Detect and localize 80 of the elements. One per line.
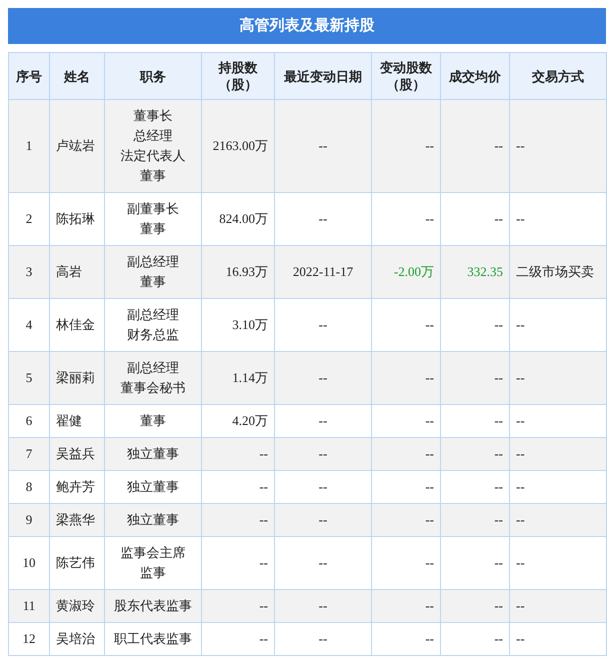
- role-text: 副总经理: [127, 359, 179, 377]
- column-header: 交易方式: [532, 68, 584, 84]
- role-text: 董事: [140, 167, 166, 185]
- role-text: 副总经理: [127, 253, 179, 271]
- table-cell: 卢竑岩: [50, 100, 104, 192]
- role-text: 独立董事: [127, 478, 179, 496]
- table-cell: 12: [8, 622, 50, 656]
- table-cell: --: [202, 622, 274, 656]
- role-text: 总经理: [134, 127, 172, 145]
- table-cell: --: [274, 590, 372, 622]
- column-header: 变动股数: [380, 59, 432, 76]
- table-cell: --: [372, 504, 440, 536]
- table-cell: -2.00万: [372, 246, 440, 298]
- role-text: 董事: [140, 412, 166, 430]
- table-cell: 梁燕华: [50, 504, 104, 536]
- table-cell: --: [510, 100, 606, 192]
- table-cell: 二级市场买卖: [510, 246, 606, 298]
- table-cell: 吴益兵: [50, 438, 104, 470]
- table-cell: 高岩: [50, 246, 104, 298]
- role-text: 董事: [140, 273, 166, 291]
- column-header: （股）: [386, 76, 426, 93]
- table-cell: --: [372, 438, 440, 470]
- table-cell: --: [440, 504, 510, 536]
- table-cell: 332.35: [440, 246, 510, 298]
- table-cell: 16.93万: [202, 246, 274, 298]
- table-cell: --: [440, 100, 510, 192]
- role-text: 独立董事: [127, 511, 179, 529]
- table-cell: 11: [8, 590, 50, 622]
- table-cell: 2163.00万: [202, 100, 274, 192]
- role-text: 董事会秘书: [120, 379, 186, 397]
- table-cell: 1: [8, 100, 50, 192]
- table-cell: --: [372, 622, 440, 656]
- role-text: 职工代表监事: [114, 630, 192, 648]
- role-text: 股东代表监事: [114, 597, 192, 615]
- table-cell: --: [510, 622, 606, 656]
- table-cell: --: [274, 352, 372, 404]
- table-cell: 7: [8, 438, 50, 470]
- table-cell: 吴培治: [50, 622, 104, 656]
- table-cell: --: [372, 100, 440, 192]
- column-header: 姓名: [64, 68, 90, 84]
- role-text: 副总经理: [127, 306, 179, 324]
- column-header: 最近变动日期: [284, 68, 362, 84]
- table-cell: --: [440, 622, 510, 656]
- table-cell: 1.14万: [202, 352, 274, 404]
- column-header: 职务: [140, 68, 166, 84]
- table-cell: 9: [8, 504, 50, 536]
- table-cell: --: [440, 590, 510, 622]
- table-cell: 梁丽莉: [50, 352, 104, 404]
- table-cell: --: [510, 590, 606, 622]
- table-cell: 5: [8, 352, 50, 404]
- column-header: （股）: [218, 76, 258, 93]
- column-header: 成交均价: [449, 68, 501, 84]
- table-cell: --: [202, 590, 274, 622]
- table-cell: --: [202, 438, 274, 470]
- role-text: 副董事长: [127, 200, 179, 218]
- table-cell: --: [202, 504, 274, 536]
- table-title: 高管列表及最新持股: [8, 8, 606, 44]
- role-text: 监事: [140, 564, 166, 582]
- table-cell: --: [440, 352, 510, 404]
- table-cell: --: [274, 504, 372, 536]
- table-cell: --: [510, 438, 606, 470]
- column-header: 序号: [16, 68, 42, 84]
- table-cell: 黄淑玲: [50, 590, 104, 622]
- table-cell: 2022-11-17: [274, 246, 372, 298]
- role-text: 董事: [140, 220, 166, 238]
- table-cell: --: [510, 352, 606, 404]
- table-cell: --: [274, 438, 372, 470]
- column-header: 持股数: [218, 59, 258, 76]
- role-text: 财务总监: [127, 326, 179, 344]
- role-text: 监事会主席: [120, 544, 186, 562]
- table-cell: --: [274, 622, 372, 656]
- table-cell: --: [440, 438, 510, 470]
- table-cell: --: [372, 590, 440, 622]
- role-text: 独立董事: [127, 445, 179, 463]
- role-text: 法定代表人: [120, 147, 186, 165]
- role-text: 董事长: [134, 107, 172, 125]
- table-cell: --: [274, 100, 372, 192]
- table-cell: --: [510, 504, 606, 536]
- table-cell: 3: [8, 246, 50, 298]
- table-cell: --: [372, 352, 440, 404]
